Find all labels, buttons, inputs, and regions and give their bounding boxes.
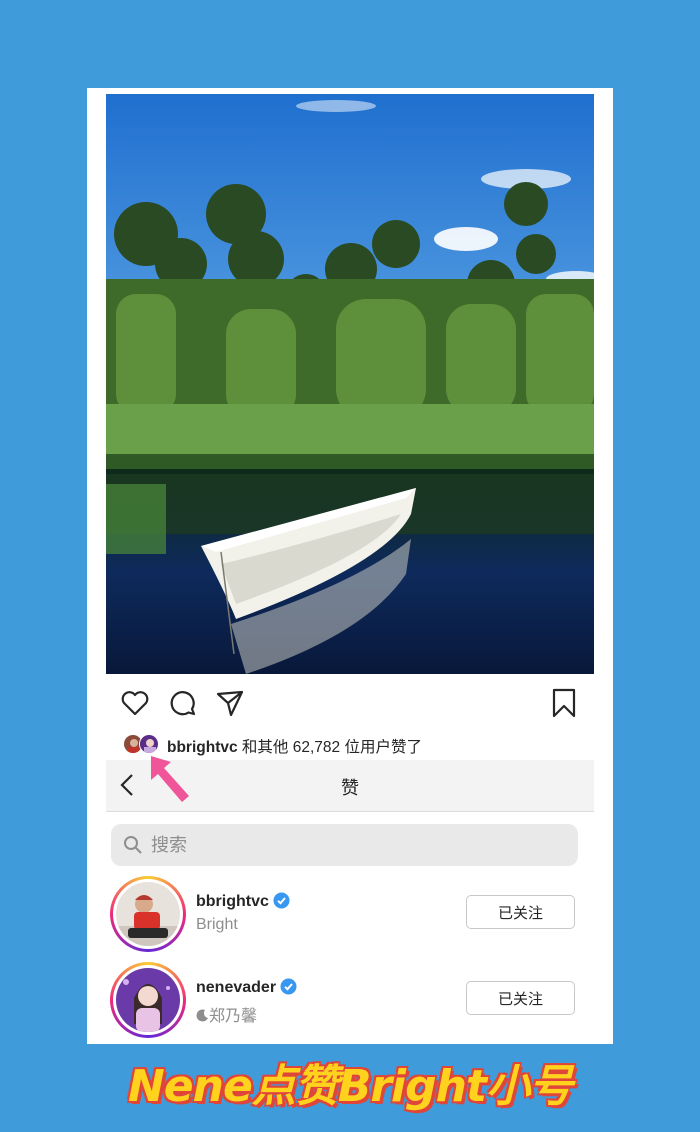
avatar	[116, 882, 180, 946]
heart-icon[interactable]	[120, 688, 150, 718]
story-ring[interactable]	[110, 876, 186, 952]
display-name: Bright	[196, 916, 238, 933]
likes-count-text: 和其他 62,782 位用户赞了	[237, 739, 422, 756]
username[interactable]: nenevader	[196, 978, 297, 997]
following-button[interactable]: 已关注	[466, 981, 575, 1015]
list-item[interactable]: nenevader 郑乃馨 已关注	[110, 962, 580, 1040]
search-input[interactable]	[151, 830, 551, 860]
post-photo[interactable]	[106, 94, 594, 674]
caption-text: Nene点赞Bright小号	[127, 1061, 573, 1112]
likes-text: bbrightvc 和其他 62,782 位用户赞了	[167, 735, 422, 757]
verified-badge-icon	[280, 978, 297, 995]
search-icon	[123, 835, 143, 855]
pointer-arrow-icon	[151, 756, 189, 802]
liker-avatar	[139, 734, 159, 754]
avatar	[116, 968, 180, 1032]
moon-icon	[196, 1009, 208, 1022]
verified-badge-icon	[273, 892, 290, 909]
search-bar[interactable]	[111, 824, 578, 866]
following-button[interactable]: 已关注	[466, 895, 575, 929]
bookmark-icon[interactable]	[549, 688, 579, 718]
username[interactable]: bbrightvc	[196, 892, 290, 911]
display-name: 郑乃馨	[196, 1002, 257, 1026]
post-action-bar	[120, 688, 580, 722]
post-card: bbrightvc 和其他 62,782 位用户赞了 赞 搜索 bbrightv…	[87, 88, 613, 1044]
story-ring[interactable]	[110, 962, 186, 1038]
list-item[interactable]: bbrightvc Bright 已关注	[110, 876, 580, 954]
send-icon[interactable]	[215, 688, 245, 718]
comment-icon[interactable]	[168, 688, 198, 718]
